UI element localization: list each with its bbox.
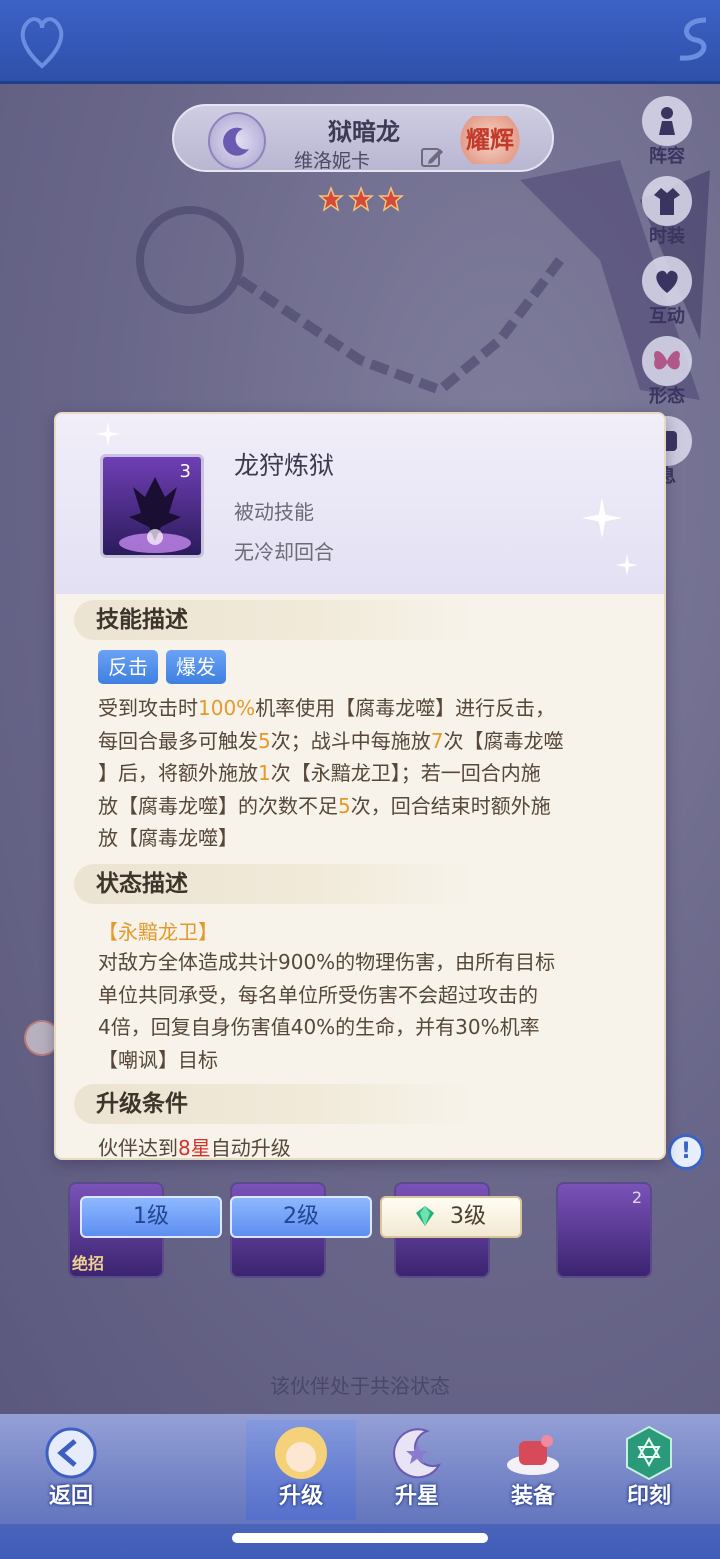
desc-line: 放【腐毒龙噬】 (98, 826, 238, 850)
level-1-button[interactable]: 1级 (80, 1196, 222, 1238)
nav-upgrade[interactable]: 升级 (246, 1420, 356, 1520)
hat-icon (498, 1420, 568, 1486)
side-item-interact[interactable]: 互动 (630, 256, 704, 336)
ultimate-tag: 绝招 (72, 1254, 105, 1273)
butterfly-icon (642, 336, 692, 386)
skill-level-badge: 3 (179, 461, 191, 482)
nav-label: 升级 (278, 1484, 323, 1509)
desc-line: 每回合最多可触发5次；战斗中每施放7次【腐毒龙噬 (98, 728, 564, 753)
help-button[interactable]: ! (668, 1134, 704, 1170)
top-header (0, 0, 720, 84)
nav-star-up[interactable]: 升星 (362, 1420, 472, 1520)
status-line: 单位共同承受，每名单位所受伤害不会超过攻击的 (98, 982, 538, 1007)
nav-label: 升星 (394, 1484, 439, 1509)
edit-name-icon[interactable] (420, 146, 444, 168)
nav-equip[interactable]: 装备 (478, 1420, 588, 1520)
hexagram-icon (614, 1420, 684, 1486)
star-icon (318, 186, 344, 212)
side-item-form[interactable]: 形态 (630, 336, 704, 416)
side-item-label: 互动 (649, 306, 685, 327)
level-3-button[interactable]: 3级 (380, 1196, 522, 1238)
tag-counter: 反击 (98, 650, 158, 684)
side-item-label: 形态 (649, 386, 685, 407)
star-icon (348, 186, 374, 212)
card-count: 2 (631, 1188, 642, 1207)
sparkle-icon (616, 554, 638, 576)
moon-emblem-icon (208, 112, 266, 170)
moon-star-icon (382, 1420, 452, 1486)
outfit-icon (642, 176, 692, 226)
side-item-lineup[interactable]: 阵容 (630, 96, 704, 176)
status-description: 对敌方全体造成共计900%的物理伤害，由所有目标 单位共同承受，每名单位所受伤害… (98, 946, 628, 1076)
status-line: 对敌方全体造成共计900%的物理伤害，由所有目标 (98, 950, 556, 974)
level-2-button[interactable]: 2级 (230, 1196, 372, 1238)
desc-line: 受到攻击时100%机率使用【腐毒龙噬】进行反击， (98, 696, 556, 720)
status-name: 【永黯龙卫】 (98, 920, 218, 944)
nav-label: 装备 (510, 1484, 555, 1509)
nav-back[interactable]: 返回 (16, 1420, 126, 1520)
tag-burst: 爆发 (166, 650, 226, 684)
sparkle-icon (582, 498, 622, 538)
gem-icon (416, 1206, 434, 1226)
section-status-desc: 状态描述 (74, 864, 474, 904)
portrait-icon (266, 1420, 336, 1486)
star-rating (318, 186, 410, 212)
home-indicator[interactable] (232, 1533, 488, 1543)
skill-description: 受到攻击时100%机率使用【腐毒龙噬】进行反击， 每回合最多可触发5次；战斗中每… (98, 692, 628, 855)
cohab-status-text: 该伙伴处于共浴状态 (270, 1374, 450, 1398)
skill-card-4[interactable]: 2 (556, 1182, 652, 1278)
desc-line: 放【腐毒龙噬】的次数不足5次，回合结束时额外施 (98, 793, 551, 818)
skill-tags: 反击 爆发 (98, 650, 226, 684)
character-subname: 维洛妮卡 (294, 150, 371, 172)
skill-name: 龙狩炼狱 (234, 451, 335, 480)
nav-label: 返回 (48, 1484, 93, 1509)
status-line: 4倍，回复自身伤害值40%的生命，并有30%机率 (98, 1015, 540, 1039)
desc-line: 】后，将额外施放1次【永黯龙卫】；若一回合内施 (98, 761, 541, 785)
level-3-label: 3级 (450, 1204, 486, 1229)
upgrade-condition: 伙伴达到8星自动升级 (98, 1136, 291, 1160)
nav-imprint[interactable]: 印刻 (594, 1420, 704, 1520)
side-item-outfit[interactable]: 时装 (630, 176, 704, 256)
status-line: 【嘲讽】目标 (98, 1047, 218, 1072)
nav-label: 印刻 (626, 1484, 671, 1509)
pawn-icon (642, 96, 692, 146)
side-item-label: 时装 (649, 226, 685, 247)
skill-detail-popup: 3 龙狩炼狱 被动技能 无冷却回合 技能描述 反击 爆发 受到攻击时100%机率… (54, 412, 666, 1160)
section-upgrade: 升级条件 (74, 1084, 474, 1124)
skill-cooldown: 无冷却回合 (234, 540, 334, 564)
back-arrow-icon (36, 1420, 106, 1486)
sparkle-icon (96, 422, 120, 446)
side-item-label: 阵容 (649, 146, 685, 167)
swirl-deco-icon (679, 17, 707, 61)
skill-level-row: 绝招 2 1级 2级 3级 (66, 1160, 666, 1290)
rarity-badge: 耀辉 (456, 116, 524, 164)
heart-swirl-icon (20, 17, 64, 69)
skill-type: 被动技能 (234, 500, 314, 524)
character-nameplate: 狱暗龙 维洛妮卡 耀辉 (172, 104, 554, 172)
character-name: 狱暗龙 (328, 118, 400, 146)
heart-icon (642, 256, 692, 306)
star-icon (378, 186, 404, 212)
section-skill-desc: 技能描述 (74, 600, 474, 640)
skill-icon: 3 (100, 454, 204, 558)
